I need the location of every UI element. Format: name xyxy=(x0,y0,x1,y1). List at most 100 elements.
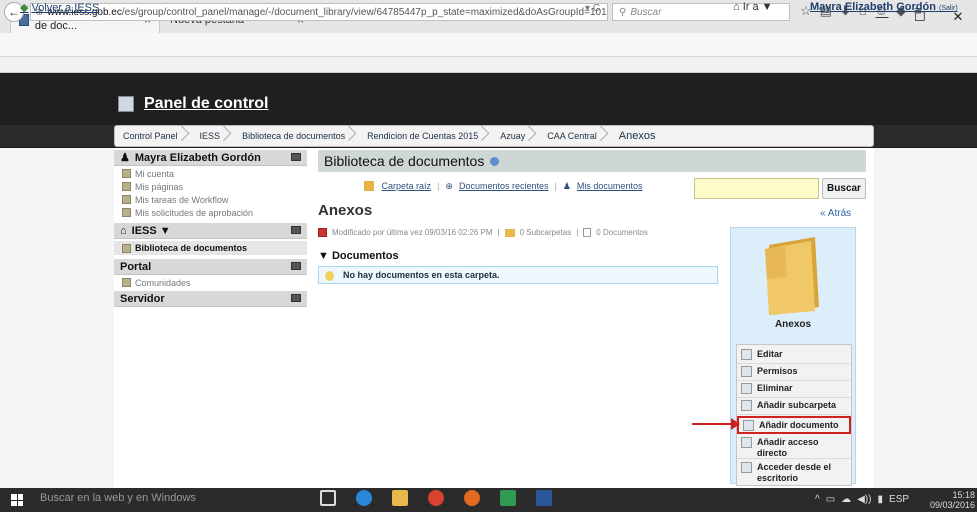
breadcrumb-current: Anexos xyxy=(618,130,656,142)
folder-title: Anexos xyxy=(318,202,373,219)
volver-link[interactable]: ◆ Volver a IESS xyxy=(20,1,99,14)
calendar-icon xyxy=(318,228,327,237)
documentos-recientes-link[interactable]: Documentos recientes xyxy=(459,181,549,191)
document-search-input[interactable] xyxy=(694,178,819,199)
breadcrumb-item[interactable]: CAA Central xyxy=(539,131,611,141)
language-indicator[interactable]: ESP xyxy=(889,494,909,505)
card-title: Anexos xyxy=(774,319,812,330)
carpeta-raiz-link[interactable]: Carpeta raíz xyxy=(382,181,432,191)
taskbar-search[interactable]: Buscar en la web y en Windows xyxy=(40,492,270,508)
browser-app-icon[interactable] xyxy=(356,490,372,506)
editar-action[interactable]: Editar xyxy=(737,347,851,364)
sidebar-item-mis-paginas[interactable]: Mis páginas xyxy=(114,181,307,192)
sidebar-section-iess[interactable]: ⌂ IESS ▼ xyxy=(114,223,307,239)
atras-link[interactable]: « Atrás xyxy=(820,208,851,219)
url-path: /es/group/control_panel/manage/-/documen… xyxy=(121,6,607,18)
add-folder-icon xyxy=(741,400,752,411)
edit-icon xyxy=(741,349,752,360)
home-icon: ⌂ xyxy=(733,1,743,13)
ir-a-menu[interactable]: ⌂ Ir a ▼ xyxy=(733,1,773,13)
sidebar-item-biblioteca[interactable]: Biblioteca de documentos xyxy=(114,241,307,255)
info-icon[interactable] xyxy=(490,156,500,166)
back-arrow-icon: ← xyxy=(8,5,20,19)
back-arrow-icon: ◆ xyxy=(20,2,29,14)
annotation-arrowhead xyxy=(731,418,740,430)
add-document-icon xyxy=(743,420,754,431)
empty-message: No hay documentos en esta carpeta. xyxy=(318,266,718,284)
clock-date: 09/03/2016 xyxy=(930,500,976,510)
account-icon xyxy=(122,169,131,178)
user-icon: ♟ xyxy=(120,152,130,164)
word-icon[interactable] xyxy=(536,490,552,506)
large-folder-icon xyxy=(765,237,819,315)
add-subfolder-action[interactable]: Añadir subcarpeta xyxy=(737,398,851,415)
home-icon xyxy=(363,181,374,191)
breadcrumb-item[interactable]: Control Panel xyxy=(115,131,192,141)
breadcrumb-item[interactable]: Rendicion de Cuentas 2015 xyxy=(359,131,492,141)
app-icon[interactable] xyxy=(500,490,516,506)
system-tray: ^ ▭ ☁ ◀)) ▮ ESP xyxy=(815,494,909,505)
reload-icon[interactable]: ▾ C xyxy=(585,3,600,14)
eliminar-action[interactable]: Eliminar xyxy=(737,381,851,398)
collapse-icon[interactable] xyxy=(291,262,301,270)
navigation-bar xyxy=(0,33,977,57)
pages-icon xyxy=(122,182,131,191)
sidebar-section-portal[interactable]: Portal xyxy=(114,259,307,275)
file-explorer-icon[interactable] xyxy=(392,490,408,506)
desktop-access-action[interactable]: Acceder desde el escritorio xyxy=(737,460,851,485)
add-document-action[interactable]: Añadir documento xyxy=(737,416,851,434)
network-icon[interactable]: ☁ xyxy=(841,494,851,505)
logout-link[interactable]: (Salir) xyxy=(939,5,958,12)
tray-expand-icon[interactable]: ^ xyxy=(815,494,820,505)
chrome-icon[interactable] xyxy=(428,490,444,506)
page-title[interactable]: Panel de control xyxy=(118,95,268,113)
address-bar[interactable]: ⊕ www.iess.gob.ec/es/group/control_panel… xyxy=(30,3,608,21)
workflow-icon xyxy=(122,195,131,204)
sidebar-item-comunidades[interactable]: Comunidades xyxy=(114,277,307,288)
buscar-button[interactable]: Buscar xyxy=(822,178,866,199)
library-toolbar: Carpeta raíz | ⊕ Documentos recientes | ♟… xyxy=(318,175,688,197)
portal-dock-bar xyxy=(0,57,977,73)
taskbar-apps xyxy=(320,490,552,506)
collapse-icon[interactable] xyxy=(291,226,301,234)
breadcrumb-item[interactable]: Biblioteca de documentos xyxy=(234,131,359,141)
approval-icon xyxy=(122,208,131,217)
annotation-arrow xyxy=(692,423,736,425)
expand-icon: ▼ xyxy=(318,250,329,262)
firefox-icon[interactable] xyxy=(464,490,480,506)
breadcrumb-item[interactable]: Azuay xyxy=(492,131,539,141)
documents-heading[interactable]: ▼ Documentos xyxy=(318,250,399,262)
collapse-icon[interactable] xyxy=(291,153,301,161)
communities-icon xyxy=(122,278,131,287)
user-link[interactable]: Mayra Elizabeth Gordón (Salir) xyxy=(810,1,958,13)
notification-icon[interactable]: ▮ xyxy=(878,494,884,505)
permisos-action[interactable]: Permisos xyxy=(737,364,851,381)
breadcrumb-item[interactable]: IESS xyxy=(192,131,235,141)
search-icon: ⚲ xyxy=(619,6,627,18)
windows-start-icon[interactable] xyxy=(11,494,23,506)
user-icon: ♟ xyxy=(562,180,571,191)
folder-icon xyxy=(504,228,515,237)
task-view-icon[interactable] xyxy=(320,490,336,506)
breadcrumb: Control Panel IESS Biblioteca de documen… xyxy=(114,125,874,147)
volume-icon[interactable]: ◀)) xyxy=(857,494,871,505)
control-panel-icon xyxy=(118,96,134,112)
sidebar-item-workflow[interactable]: Mis tareas de Workflow xyxy=(114,194,307,205)
portlet-title: Biblioteca de documentos xyxy=(318,150,866,172)
clock-time: 15:18 xyxy=(952,490,976,500)
mis-documentos-link[interactable]: Mis documentos xyxy=(577,181,643,191)
sidebar-section-user[interactable]: ♟ Mayra Elizabeth Gordón xyxy=(114,150,307,166)
collapse-icon[interactable] xyxy=(291,294,301,302)
add-shortcut-action[interactable]: Añadir acceso directo xyxy=(737,435,851,459)
search-placeholder: Buscar xyxy=(630,6,662,18)
battery-icon[interactable]: ▭ xyxy=(826,494,835,505)
sidebar-item-mi-cuenta[interactable]: Mi cuenta xyxy=(114,168,307,179)
sidebar-section-servidor[interactable]: Servidor xyxy=(114,291,307,307)
actions-menu: Editar Permisos Eliminar Añadir subcarpe… xyxy=(736,344,852,486)
taskbar-clock[interactable]: 15:18 09/03/2016 xyxy=(930,490,975,510)
institution-icon: ⌂ xyxy=(120,224,127,237)
desktop-icon xyxy=(741,462,752,473)
sidebar-item-solicitudes[interactable]: Mis solicitudes de aprobación xyxy=(114,207,307,218)
folder-metadata: Modificado por última vez 09/03/16 02:26… xyxy=(318,228,648,237)
lightbulb-icon xyxy=(325,271,334,281)
